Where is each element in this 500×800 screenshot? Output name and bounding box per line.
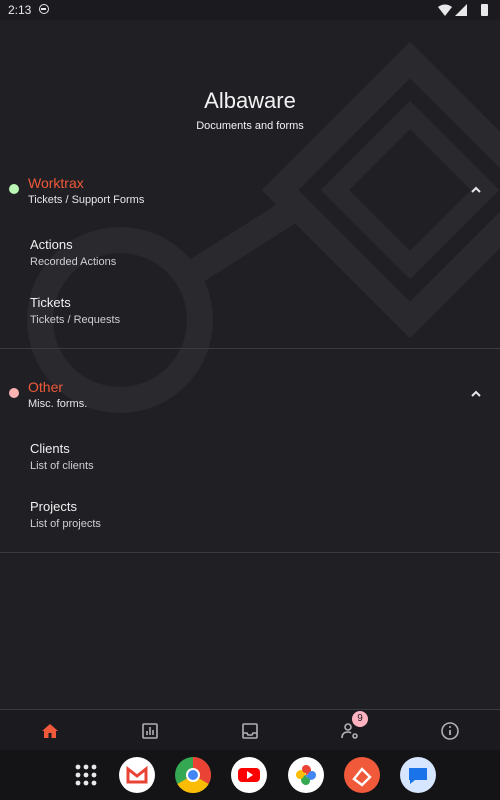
chrome-icon[interactable] bbox=[175, 757, 212, 794]
bottom-navigation bbox=[0, 709, 500, 751]
signal-icon bbox=[455, 4, 467, 16]
section-header-worktrax[interactable]: Worktrax Tickets / Support Forms bbox=[0, 170, 500, 210]
app-drawer-icon[interactable] bbox=[74, 763, 98, 787]
inbox-icon bbox=[242, 723, 258, 739]
home-icon bbox=[42, 724, 58, 738]
section-subtitle: Tickets / Support Forms bbox=[28, 194, 145, 206]
item-title: Clients bbox=[30, 441, 70, 456]
youtube-icon[interactable] bbox=[231, 757, 267, 793]
status-dot bbox=[9, 184, 19, 194]
app-title: Albaware bbox=[204, 88, 296, 113]
section-subtitle: Misc. forms. bbox=[28, 398, 88, 410]
section-other: Other Misc. forms. Clients List of clien… bbox=[0, 374, 500, 552]
nav-charts[interactable] bbox=[100, 710, 200, 751]
item-title: Actions bbox=[30, 237, 73, 252]
item-subtitle: List of projects bbox=[30, 518, 101, 530]
status-time: 2:13 bbox=[8, 3, 32, 17]
nav-home[interactable] bbox=[0, 710, 100, 751]
section-title: Other bbox=[28, 379, 64, 395]
list-item-clients[interactable]: Clients List of clients bbox=[0, 441, 500, 499]
do-not-disturb-icon bbox=[39, 4, 49, 14]
item-subtitle: List of clients bbox=[30, 460, 94, 472]
list-item-projects[interactable]: Projects List of projects bbox=[0, 499, 500, 557]
app-subtitle: Documents and forms bbox=[196, 120, 304, 132]
chevron-up-icon[interactable] bbox=[466, 180, 486, 200]
item-title: Projects bbox=[30, 499, 77, 514]
section-divider bbox=[0, 348, 500, 349]
list-item-tickets[interactable]: Tickets Tickets / Requests bbox=[0, 295, 500, 353]
item-title: Tickets bbox=[30, 295, 71, 310]
item-subtitle: Recorded Actions bbox=[30, 256, 117, 268]
item-subtitle: Tickets / Requests bbox=[30, 314, 121, 326]
section-divider bbox=[0, 552, 500, 553]
battery-icon bbox=[481, 4, 488, 16]
gmail-icon[interactable] bbox=[119, 757, 155, 793]
section-worktrax: Worktrax Tickets / Support Forms Actions… bbox=[0, 170, 500, 348]
nav-inbox[interactable] bbox=[200, 710, 300, 751]
chevron-up-icon[interactable] bbox=[466, 384, 486, 404]
notification-badge: 9 bbox=[352, 711, 368, 727]
section-title: Worktrax bbox=[28, 175, 84, 191]
launcher-dock bbox=[0, 750, 500, 800]
list-item-actions[interactable]: Actions Recorded Actions bbox=[0, 237, 500, 295]
info-icon bbox=[441, 722, 459, 740]
app-icon[interactable] bbox=[344, 757, 380, 793]
status-dot bbox=[9, 388, 19, 398]
messages-icon[interactable] bbox=[400, 757, 436, 793]
chart-icon bbox=[142, 723, 158, 739]
nav-user-settings[interactable] bbox=[300, 710, 400, 751]
section-header-other[interactable]: Other Misc. forms. bbox=[0, 374, 500, 414]
wifi-icon bbox=[438, 4, 452, 16]
nav-info[interactable] bbox=[400, 710, 500, 751]
status-bar: 2:13 bbox=[0, 0, 500, 20]
photos-icon[interactable] bbox=[288, 757, 324, 793]
